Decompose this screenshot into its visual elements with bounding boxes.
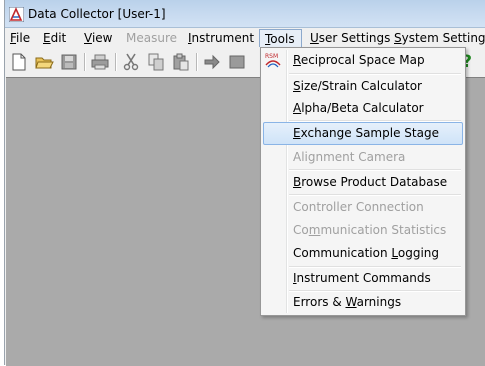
menu-item-instrument-commands[interactable]: Instrument Commands	[293, 271, 431, 289]
menu-measure[interactable]: Measure	[126, 31, 177, 47]
toolbar-separator	[115, 53, 117, 71]
arrow-right-icon[interactable]	[202, 52, 222, 72]
menu-separator	[289, 169, 461, 171]
menu-item-communication-logging[interactable]: Communication Logging	[293, 246, 439, 264]
copy-icon[interactable]	[146, 52, 166, 72]
menu-view[interactable]: View	[84, 31, 112, 47]
cut-icon[interactable]	[121, 52, 141, 72]
svg-text:RSM: RSM	[265, 53, 278, 60]
menu-tools[interactable]: Tools	[259, 29, 302, 47]
menu-item-alignment-camera[interactable]: Alignment Camera	[293, 150, 405, 168]
menu-item-size-strain-calculator[interactable]: Size/Strain Calculator	[293, 79, 422, 97]
tools-dropdown-menu: RSM Reciprocal Space Map Size/Strain Cal…	[260, 47, 466, 316]
reciprocal-space-map-icon: RSM	[265, 53, 281, 68]
menu-item-errors-warnings[interactable]: Errors & Warnings	[293, 295, 401, 313]
paste-icon[interactable]	[171, 52, 191, 72]
menu-item-reciprocal-space-map[interactable]: Reciprocal Space Map	[293, 53, 425, 71]
app-window: Data Collector [User-1] File Edit View M…	[4, 0, 485, 366]
menu-separator	[289, 266, 461, 268]
menu-user-settings[interactable]: User Settings	[310, 31, 390, 47]
open-folder-icon[interactable]	[34, 52, 54, 72]
menu-item-alpha-beta-calculator[interactable]: Alpha/Beta Calculator	[293, 101, 424, 119]
print-icon[interactable]	[90, 52, 110, 72]
title-bar[interactable]: Data Collector [User-1]	[5, 0, 485, 28]
menu-edit[interactable]: Edit	[43, 31, 66, 47]
menu-separator	[289, 290, 461, 292]
menu-item-controller-connection[interactable]: Controller Connection	[293, 200, 424, 218]
menu-item-browse-product-database[interactable]: Browse Product Database	[293, 175, 447, 193]
toolbar-separator	[196, 53, 198, 71]
new-document-icon[interactable]	[9, 52, 29, 72]
menu-separator	[289, 194, 461, 196]
menu-item-communication-statistics[interactable]: Communication Statistics	[293, 223, 446, 241]
menu-separator	[289, 73, 461, 75]
menu-system-settings[interactable]: System Settings	[394, 31, 485, 47]
menu-item-exchange-sample-stage[interactable]: Exchange Sample Stage	[293, 126, 439, 144]
save-icon[interactable]	[59, 52, 79, 72]
toolbar-button[interactable]	[227, 52, 247, 72]
menu-file[interactable]: File	[10, 31, 30, 47]
menu-bar: File Edit View Measure Instrument Tools …	[5, 28, 485, 48]
menu-instrument[interactable]: Instrument	[188, 31, 254, 47]
menu-icon-gutter	[286, 50, 288, 313]
window-title: Data Collector [User-1]	[28, 7, 166, 21]
toolbar-separator	[84, 53, 86, 71]
app-icon	[9, 7, 24, 22]
